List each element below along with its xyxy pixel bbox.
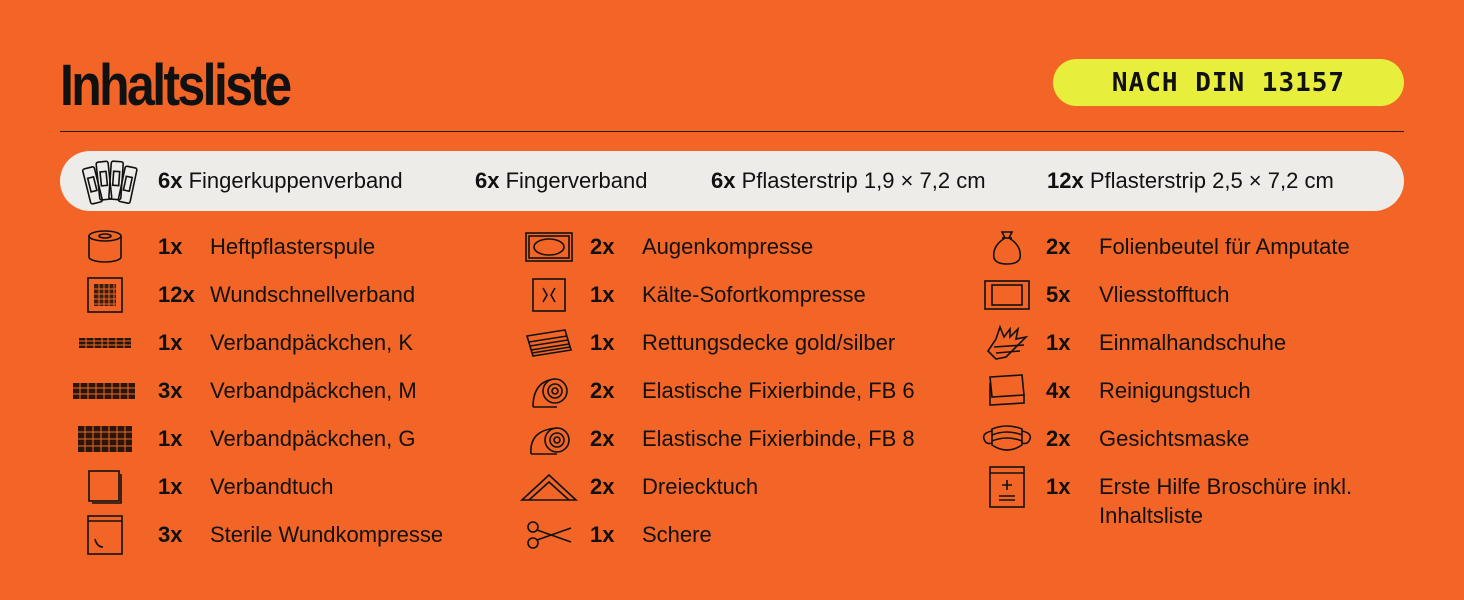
list-item: 1x Verbandtuch [78, 465, 498, 509]
list-item: 2x Dreiecktuch [519, 465, 962, 509]
bag-icon [980, 225, 1034, 269]
mask-icon [980, 417, 1034, 461]
triangle-cloth-icon [519, 465, 579, 509]
list-item: 4x Reinigungstuch [980, 369, 1404, 413]
list-item: 1x Heftpflasterspule [78, 225, 498, 269]
list-item: 2x Gesichtsmaske [980, 417, 1404, 461]
bandage-large-icon [78, 417, 132, 461]
sterile-pack-icon [78, 513, 132, 557]
list-item: 1x Einmalhandschuhe [980, 321, 1404, 365]
list-item: 1x Rettungsdecke gold/silber [522, 321, 962, 365]
glove-icon [980, 321, 1034, 365]
roll-bandage-6-icon [522, 369, 576, 413]
list-item: 2x Folienbeutel für Amputate [980, 225, 1404, 269]
rescue-blanket-icon [522, 321, 576, 365]
list-item: 3x Verbandpäckchen, M [72, 369, 498, 413]
bandage-small-icon [78, 321, 132, 365]
list-item: 1x Erste Hilfe Broschüre inkl. Inhaltsli… [980, 465, 1404, 535]
list-item: 12x Wundschnellverband [78, 273, 498, 317]
strip-item-pflasterstrip-19: 6x Pflasterstrip 1,9 × 7,2 cm [711, 168, 986, 193]
bandage-medium-icon [72, 369, 136, 413]
cold-pack-icon [522, 273, 576, 317]
list-item: 2x Elastische Fixierbinde, FB 8 [522, 417, 962, 461]
wipe-icon [980, 369, 1034, 413]
scissors-icon [522, 513, 576, 557]
list-item: 5x Vliesstofftuch [980, 273, 1404, 317]
fleece-cloth-icon [980, 273, 1034, 317]
list-item: 2x Elastische Fixierbinde, FB 6 [522, 369, 962, 413]
finger-bandages-icon [80, 155, 140, 212]
list-item: 1x Verbandpäckchen, G [78, 417, 498, 461]
cloth-icon [78, 465, 132, 509]
eye-pad-icon [522, 225, 576, 269]
strip-item-fingerkuppenverband: 6x Fingerkuppenverband [158, 168, 403, 193]
din-badge: NACH DIN 13157 [1053, 59, 1404, 106]
strip-item-fingerverband: 6x Fingerverband [475, 168, 648, 193]
list-item: 1x Verbandpäckchen, K [78, 321, 498, 365]
finger-bandage-strip: 6x Fingerkuppenverband 6x Fingerverband … [60, 151, 1404, 211]
list-item: 2x Augenkompresse [522, 225, 962, 269]
brochure-icon [980, 465, 1034, 509]
divider [60, 131, 1404, 132]
gauze-pad-icon [78, 273, 132, 317]
tape-roll-icon [78, 225, 132, 269]
list-item: 3x Sterile Wundkompresse [78, 513, 498, 557]
list-item: 1x Schere [522, 513, 962, 557]
strip-item-pflasterstrip-25: 12x Pflasterstrip 2,5 × 7,2 cm [1047, 168, 1334, 193]
list-item: 1x Kälte-Sofortkompresse [522, 273, 962, 317]
page-title: Inhaltsliste [60, 53, 292, 118]
roll-bandage-8-icon [522, 417, 576, 461]
